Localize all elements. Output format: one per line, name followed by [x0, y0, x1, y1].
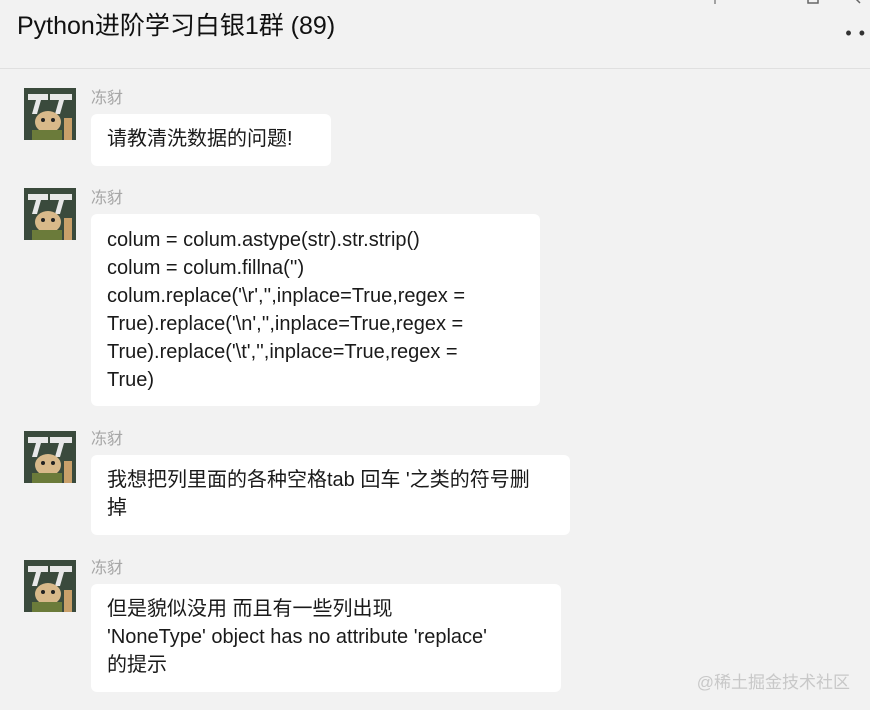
avatar[interactable] — [24, 431, 76, 483]
message-line: 请教清洗数据的问题! — [107, 128, 293, 150]
avatar[interactable] — [24, 560, 76, 612]
chat-title: Python进阶学习白银1群 (89) — [17, 12, 336, 40]
message-line: 我想把列里面的各种空格tab 回车 '之类的符号删 — [107, 469, 530, 491]
message-bubble[interactable]: 我想把列里面的各种空格tab 回车 '之类的符号删 掉 — [91, 455, 570, 535]
message-line: 'NoneType' object has no attribute 'repl… — [107, 626, 487, 648]
message-line: True) — [107, 369, 155, 391]
sender-name: 冻豺 — [91, 90, 124, 107]
avatar[interactable] — [24, 188, 76, 240]
message-bubble[interactable]: 请教清洗数据的问题! — [91, 114, 331, 166]
message-bubble[interactable]: colum = colum.astype(str).str.strip() co… — [91, 214, 540, 406]
message-line: colum = colum.astype(str).str.strip() — [107, 229, 420, 251]
maximize-icon[interactable] — [806, 0, 820, 4]
watermark: @稀土掘金技术社区 — [696, 673, 850, 692]
close-icon[interactable] — [850, 0, 864, 4]
message-line: True).replace('\t','',inplace=True,regex… — [107, 341, 458, 363]
window-divider-icon — [714, 0, 716, 4]
sender-name: 冻豺 — [91, 431, 124, 448]
message-line: colum.replace('\r','',inplace=True,regex… — [107, 285, 466, 307]
sender-name: 冻豺 — [91, 190, 124, 207]
sender-name: 冻豺 — [91, 560, 124, 577]
avatar[interactable] — [24, 88, 76, 140]
message-line: colum = colum.fillna('') — [107, 257, 305, 279]
message-line: True).replace('\n','',inplace=True,regex… — [107, 313, 464, 335]
message-line: 但是貌似没用 而且有一些列出现 — [107, 598, 393, 620]
message-bubble[interactable]: 但是貌似没用 而且有一些列出现 'NoneType' object has no… — [91, 584, 561, 692]
message-line: 掉 — [107, 497, 127, 519]
message-line: 的提示 — [107, 654, 167, 676]
chat-header: Python进阶学习白银1群 (89) • • — [0, 0, 870, 69]
more-dots-icon[interactable]: • • — [845, 23, 866, 44]
